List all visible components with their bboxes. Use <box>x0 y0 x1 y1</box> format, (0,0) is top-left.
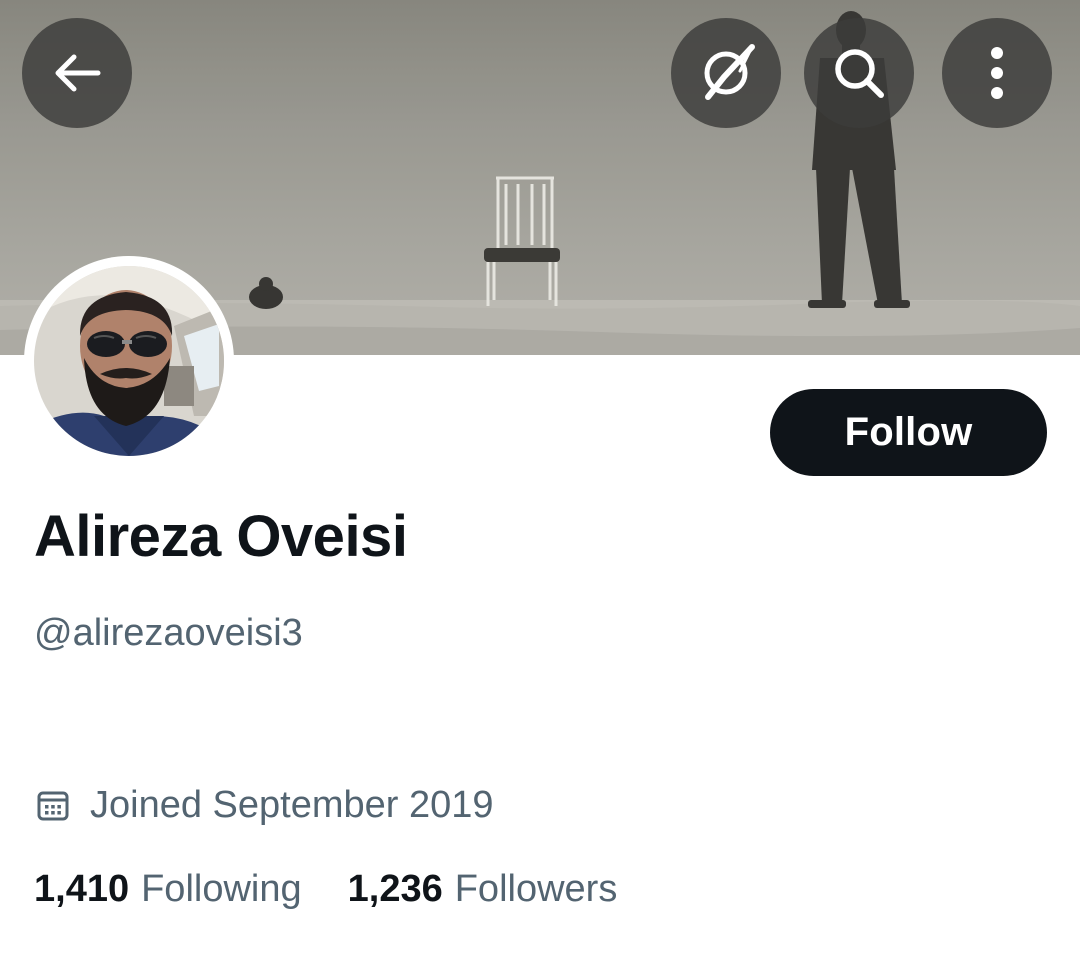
profile-page: Follow Alireza Oveisi @alirezaoveisi3 Jo… <box>0 0 1080 964</box>
following-link[interactable]: 1,410 Following <box>34 870 302 908</box>
avatar[interactable] <box>24 256 234 466</box>
more-options-button[interactable] <box>942 18 1052 128</box>
back-button[interactable] <box>22 18 132 128</box>
translate-icon <box>704 44 755 100</box>
search-button[interactable] <box>804 18 914 128</box>
translate-button[interactable] <box>671 18 781 128</box>
joined-date-row: Joined September 2019 <box>36 786 494 824</box>
arrow-left-icon <box>55 54 101 92</box>
followers-count: 1,236 <box>347 868 443 910</box>
followers-link[interactable]: 1,236 Followers <box>348 870 618 908</box>
calendar-icon <box>37 791 69 821</box>
followers-label: Followers <box>454 868 618 910</box>
following-label: Following <box>141 868 302 910</box>
follow-stats: 1,410 Following 1,236 Followers <box>34 870 617 908</box>
more-vertical-icon <box>991 47 1003 99</box>
joined-date-text: Joined September 2019 <box>90 784 494 826</box>
avatar-image <box>34 266 224 456</box>
search-icon <box>835 49 884 98</box>
follow-button[interactable]: Follow <box>770 389 1047 476</box>
display-name: Alireza Oveisi <box>34 504 408 569</box>
following-count: 1,410 <box>34 868 130 910</box>
user-handle: @alirezaoveisi3 <box>34 612 303 654</box>
